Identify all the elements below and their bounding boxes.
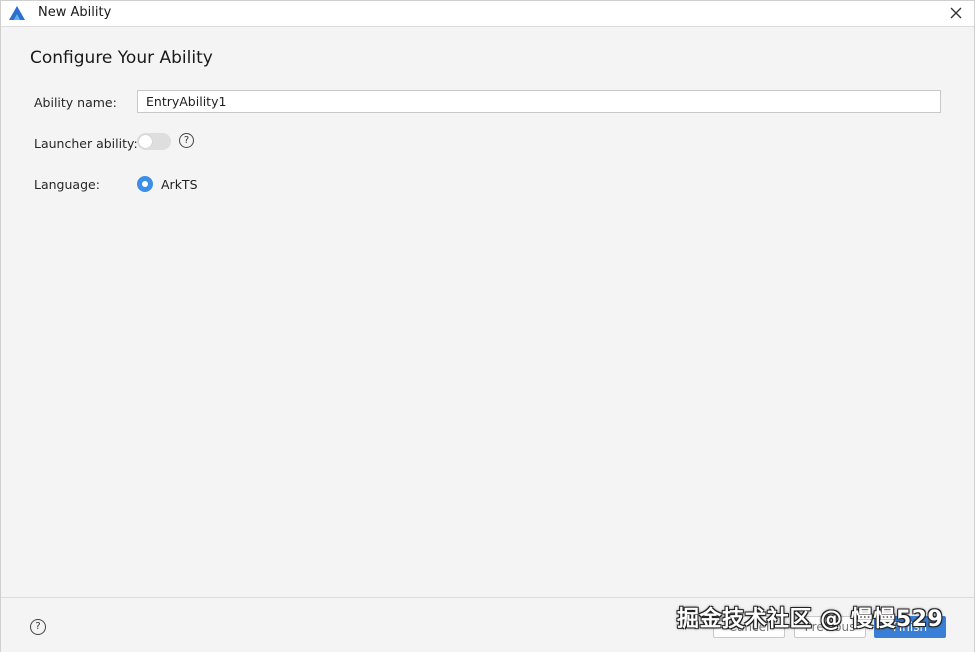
finish-button[interactable]: Finish	[874, 616, 946, 638]
help-icon[interactable]: ?	[179, 133, 194, 148]
language-option-label: ArkTS	[161, 177, 198, 192]
cancel-button[interactable]: Cancel	[713, 616, 785, 638]
language-radio-arkts[interactable]	[137, 176, 153, 192]
launcher-ability-label: Launcher ability:	[34, 136, 138, 151]
language-label: Language:	[34, 177, 100, 192]
ability-name-input[interactable]: EntryAbility1	[137, 90, 941, 113]
launcher-ability-toggle[interactable]	[137, 133, 171, 150]
app-logo-icon	[9, 6, 25, 20]
close-icon[interactable]	[946, 3, 966, 23]
previous-button[interactable]: Previous	[794, 616, 866, 638]
dialog-footer: ? Cancel Previous Finish	[1, 597, 974, 652]
ability-name-label: Ability name:	[34, 95, 117, 110]
title-bar: New Ability	[1, 1, 974, 27]
radio-selected-dot	[142, 181, 148, 187]
toggle-knob	[139, 135, 152, 148]
page-title: Configure Your Ability	[30, 48, 213, 68]
footer-help-icon[interactable]: ?	[30, 619, 46, 635]
new-ability-dialog: New Ability Configure Your Ability Abili…	[0, 0, 975, 652]
window-title: New Ability	[38, 5, 112, 20]
